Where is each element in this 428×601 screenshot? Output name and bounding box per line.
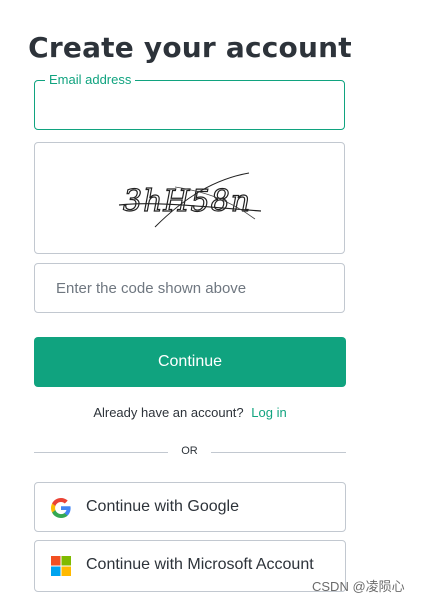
captcha-box: 3hH58n <box>34 142 345 254</box>
divider-left <box>34 452 168 453</box>
login-prompt: Already have an account? Log in <box>34 405 346 420</box>
watermark: CSDN @凌陨心 <box>312 579 405 594</box>
divider-or-text: OR <box>181 445 198 457</box>
login-prompt-text: Already have an account? <box>93 405 244 420</box>
email-input[interactable] <box>35 81 344 129</box>
microsoft-login-button[interactable]: Continue with Microsoft Account <box>34 540 346 592</box>
google-login-button[interactable]: Continue with Google <box>34 482 346 532</box>
page-title: Create your account <box>28 30 352 64</box>
continue-button[interactable]: Continue <box>34 337 346 387</box>
email-field[interactable]: Email address <box>34 72 345 130</box>
google-icon <box>51 498 71 518</box>
code-input[interactable] <box>35 264 344 312</box>
captcha-image: 3hH58n <box>118 172 262 228</box>
microsoft-login-label: Continue with Microsoft Account <box>86 556 314 573</box>
divider-right <box>211 452 346 453</box>
microsoft-icon <box>51 556 71 576</box>
code-field[interactable] <box>34 263 345 313</box>
login-link[interactable]: Log in <box>251 405 286 420</box>
google-login-label: Continue with Google <box>86 498 239 515</box>
